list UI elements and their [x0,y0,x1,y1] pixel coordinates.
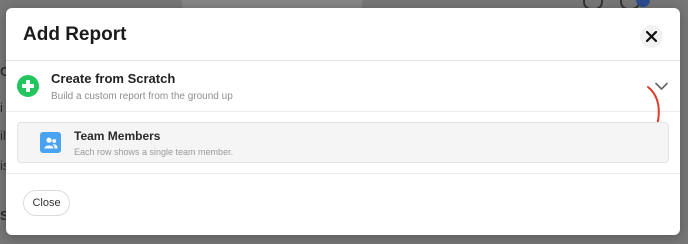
footer-divider [6,173,680,174]
plus-circle-icon [17,75,39,97]
team-members-title: Team Members [74,129,161,143]
team-members-icon [40,132,61,153]
close-button[interactable]: Close [23,190,70,216]
add-report-modal: Add Report Create from Scratch Build a c… [6,8,680,235]
create-from-scratch-title: Create from Scratch [51,71,176,86]
modal-header: Add Report [6,8,680,61]
create-from-scratch-subtitle: Build a custom report from the ground up [51,91,233,102]
team-members-subtitle: Each row shows a single team member. [74,147,234,157]
close-modal-button[interactable] [640,25,663,48]
team-members-template-card[interactable]: Team Members Each row shows a single tea… [17,122,669,163]
modal-title: Add Report [23,24,127,45]
create-from-scratch-option[interactable]: Create from Scratch Build a custom repor… [6,61,680,112]
close-x-icon [646,31,657,42]
